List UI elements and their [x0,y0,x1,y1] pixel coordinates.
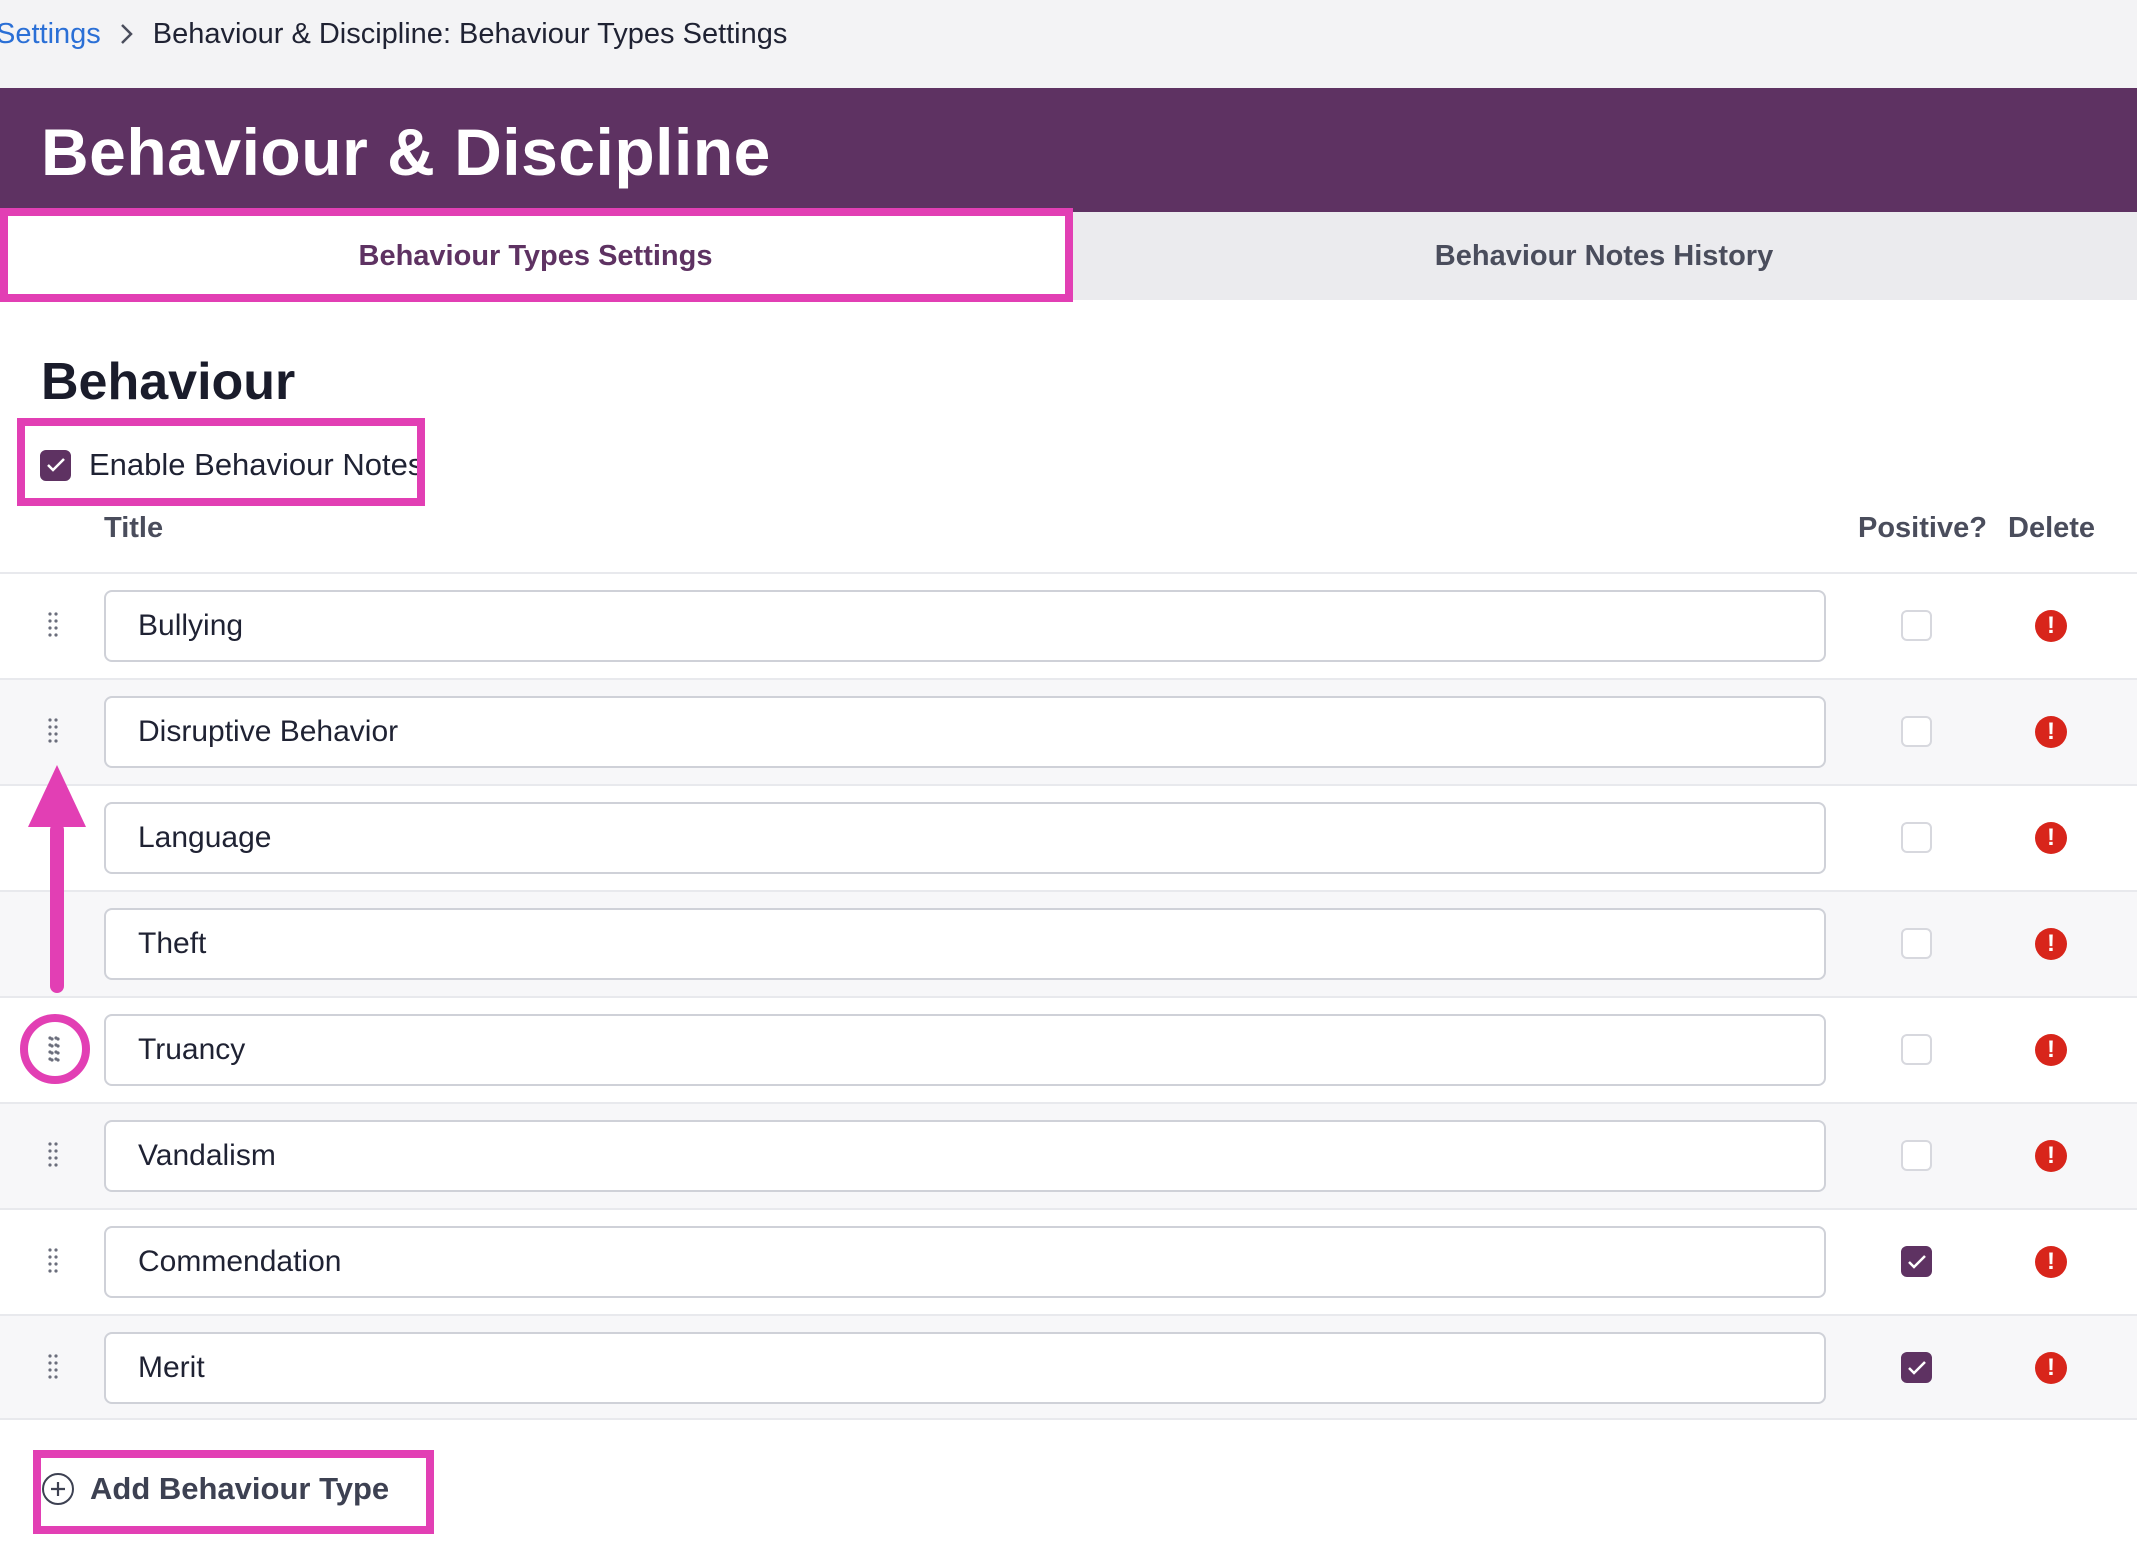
behaviour-title-input[interactable] [104,1332,1826,1404]
behaviour-title-input[interactable] [104,1120,1826,1192]
enable-behaviour-notes[interactable]: Enable Behaviour Notes [40,445,423,485]
positive-checkbox[interactable] [1901,1246,1932,1277]
plus-circle-icon [42,1473,74,1505]
table-row: ! [0,678,2137,784]
behaviour-title-input[interactable] [104,696,1826,768]
tab-bar: Behaviour Types Settings Behaviour Notes… [0,212,2137,300]
page-header: Behaviour & Discipline [0,88,2137,212]
page-title: Behaviour & Discipline [41,115,771,189]
positive-checkbox[interactable] [1901,610,1932,641]
positive-checkbox[interactable] [1901,1352,1932,1383]
section-title: Behaviour [41,353,296,411]
behaviour-title-input[interactable] [104,1014,1826,1086]
alert-circle-icon[interactable]: ! [2035,822,2067,854]
enable-behaviour-notes-checkbox[interactable] [40,449,71,481]
behaviour-types-list: ! ! ! ! ! ! ! [0,572,2137,1420]
chevron-right-icon [101,14,153,54]
table-row: ! [0,1102,2137,1208]
breadcrumb: Settings Behaviour & Discipline: Behavio… [0,14,787,54]
alert-circle-icon[interactable]: ! [2035,1140,2067,1172]
table-row: ! [0,1208,2137,1314]
table-row: ! [0,784,2137,890]
behaviour-title-input[interactable] [104,802,1826,874]
behaviour-title-input[interactable] [104,908,1826,980]
alert-circle-icon[interactable]: ! [2035,610,2067,642]
table-row: ! [0,1314,2137,1420]
drag-handle-icon[interactable] [47,1247,59,1275]
enable-behaviour-notes-label: Enable Behaviour Notes [89,447,424,482]
positive-checkbox[interactable] [1901,928,1932,959]
breadcrumb-current: Behaviour & Discipline: Behaviour Types … [152,17,788,50]
add-behaviour-type-button[interactable]: Add Behaviour Type [42,1466,389,1512]
behaviour-title-input[interactable] [104,590,1826,662]
breadcrumb-link-settings[interactable]: Settings [0,18,101,51]
alert-circle-icon[interactable]: ! [2035,1034,2067,1066]
column-header-positive: Positive? [1858,512,1987,544]
drag-handle-icon[interactable] [47,1141,59,1169]
annotation-circle [20,1014,90,1084]
drag-handle-icon[interactable] [47,611,59,639]
drag-handle-icon[interactable] [47,1353,59,1381]
breadcrumb-bar: Settings Behaviour & Discipline: Behavio… [0,0,2137,88]
table-row: ! [0,890,2137,996]
positive-checkbox[interactable] [1901,1034,1932,1065]
alert-circle-icon[interactable]: ! [2035,1352,2067,1384]
tab-behaviour-notes-history[interactable]: Behaviour Notes History [1071,212,2137,300]
positive-checkbox[interactable] [1901,822,1932,853]
check-icon [1907,1254,1926,1269]
table-row: ! [0,996,2137,1102]
column-header-delete: Delete [2008,512,2096,544]
drag-handle-icon[interactable] [47,717,59,745]
annotation-arrow-up-icon [28,765,86,993]
check-icon [1907,1360,1926,1375]
tab-behaviour-types-settings[interactable]: Behaviour Types Settings [0,212,1071,300]
column-header-title: Title [104,512,164,544]
positive-checkbox[interactable] [1901,1140,1932,1171]
drag-handle-icon[interactable] [49,1036,61,1064]
alert-circle-icon[interactable]: ! [2035,1246,2067,1278]
positive-checkbox[interactable] [1901,716,1932,747]
behaviour-title-input[interactable] [104,1226,1826,1298]
add-behaviour-type-label: Add Behaviour Type [90,1471,390,1506]
alert-circle-icon[interactable]: ! [2035,928,2067,960]
alert-circle-icon[interactable]: ! [2035,716,2067,748]
check-icon [46,458,65,472]
table-row: ! [0,572,2137,678]
